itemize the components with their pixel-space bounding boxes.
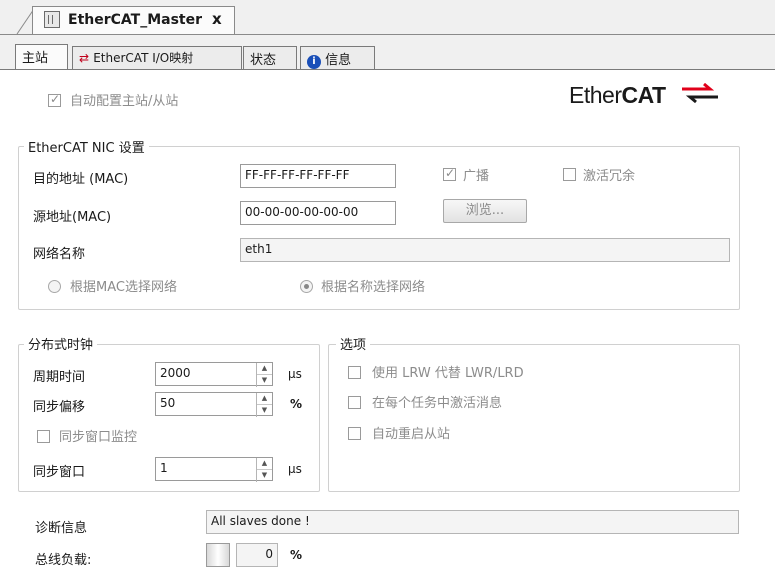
browse-button[interactable]: 浏览... [443,199,527,223]
redundancy-label: 激活冗余 [583,169,636,184]
spin-down-icon[interactable]: ▼ [257,375,272,386]
network-name-label: 网络名称 [33,247,86,262]
info-icon: i [307,55,321,69]
cycle-time-unit: µs [288,367,302,381]
sync-offset-spinner[interactable]: ▲ ▼ [256,393,272,417]
select-by-name-radio[interactable] [300,280,313,293]
activate-messages-label: 在每个任务中激活消息 [372,396,503,411]
tab-label: 主站 [22,51,49,66]
tab-info[interactable]: i 信息 [300,46,375,69]
sync-offset-unit: % [290,397,303,411]
auto-restart-checkbox[interactable] [348,427,361,440]
ethercat-logo: EtherCAT [569,82,666,108]
dest-mac-field[interactable]: FF-FF-FF-FF-FF-FF [240,164,396,188]
cycle-time-spinner[interactable]: ▲ ▼ [256,363,272,387]
close-icon[interactable]: x [212,10,222,28]
dest-mac-label: 目的地址 (MAC) [33,172,129,187]
tab-status[interactable]: 状态 [243,46,297,69]
spin-up-icon[interactable]: ▲ [257,363,272,375]
diagnostics-field[interactable]: All slaves done ! [206,510,739,534]
select-by-mac-label: 根据MAC选择网络 [70,280,177,295]
broadcast-checkbox[interactable] [443,166,456,181]
cycle-time-field[interactable]: 2000 ▲ ▼ [155,362,273,387]
sync-offset-field[interactable]: 50 ▲ ▼ [155,392,273,417]
tab-divider [0,34,775,35]
source-mac-label: 源地址(MAC) [33,210,112,225]
distributed-clock-legend: 分布式时钟 [24,334,98,353]
diagnostics-label: 诊断信息 [35,521,88,536]
tab-io-mapping[interactable]: ⇄ EtherCAT I/O映射 [72,46,242,69]
sync-offset-label: 同步偏移 [33,400,86,415]
sync-window-label: 同步窗口 [33,465,86,480]
bus-load-label: 总线负载: [35,553,92,568]
tab-label: EtherCAT I/O映射 [93,51,194,65]
auto-config-label: 自动配置主站/从站 [70,94,179,109]
nic-settings-legend: EtherCAT NIC 设置 [24,137,149,156]
bus-load-unit: % [290,548,303,562]
tab-master[interactable]: 主站 [15,44,68,71]
sync-window-monitor-checkbox[interactable] [37,430,50,443]
broadcast-label: 广播 [463,169,490,184]
io-map-icon: ⇄ [79,51,90,65]
bus-load-bar [206,543,230,567]
select-by-mac-radio[interactable] [48,280,61,293]
spin-down-icon[interactable]: ▼ [257,405,272,416]
sync-window-monitor-label: 同步窗口监控 [59,430,138,445]
use-lrw-checkbox[interactable] [348,366,361,379]
tab-label: 状态 [250,53,277,68]
sync-window-unit: µs [288,462,302,476]
redundancy-checkbox[interactable] [563,168,576,181]
tab-label: 信息 [325,53,352,68]
bus-load-value: 0 [236,543,278,567]
select-by-name-label: 根据名称选择网络 [321,280,426,295]
device-icon [44,11,60,28]
spin-up-icon[interactable]: ▲ [257,393,272,405]
spin-down-icon[interactable]: ▼ [257,470,272,481]
auto-config-checkbox[interactable] [48,92,61,107]
document-tab-title: EtherCAT_Master [68,12,202,28]
options-legend: 选项 [336,334,371,353]
use-lrw-label: 使用 LRW 代替 LWR/LRD [372,366,524,381]
cycle-time-label: 周期时间 [33,370,86,385]
source-mac-field[interactable]: 00-00-00-00-00-00 [240,201,396,225]
ethercat-logo-arrows [682,83,718,104]
auto-restart-label: 自动重启从站 [372,427,451,442]
sync-window-field[interactable]: 1 ▲ ▼ [155,457,273,482]
network-name-field[interactable]: eth1 [240,238,730,262]
sync-window-spinner[interactable]: ▲ ▼ [256,458,272,482]
spin-up-icon[interactable]: ▲ [257,458,272,470]
activate-messages-checkbox[interactable] [348,396,361,409]
